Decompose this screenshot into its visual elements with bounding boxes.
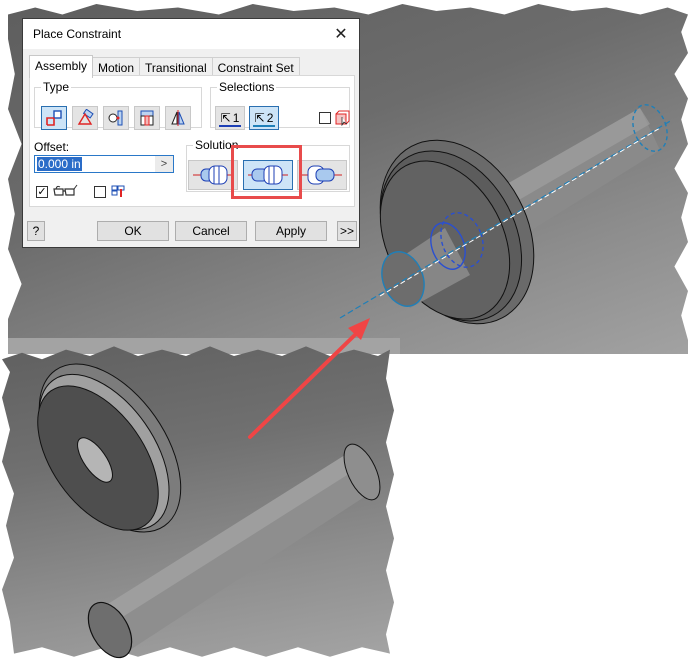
insert-locked-button[interactable] — [297, 160, 347, 190]
select-cursor-icon: ⇱ — [254, 111, 265, 125]
select-cursor-icon: ⇱ — [220, 111, 231, 125]
annotation-arrow — [248, 328, 362, 439]
selection-1-underline — [219, 125, 241, 127]
apply-button[interactable]: Apply — [255, 221, 327, 241]
dialog-title: Place Constraint — [33, 27, 122, 41]
offset-input[interactable]: 0.000 in > — [34, 155, 174, 173]
insert-aligned-button[interactable] — [243, 160, 293, 190]
glasses-preview-icon — [53, 184, 78, 196]
tangent-constraint-button[interactable] — [103, 106, 129, 130]
insert-opposed-icon — [193, 165, 233, 185]
place-constraint-dialog: Place Constraint ✕ Assembly Motion Trans… — [22, 18, 360, 248]
symmetry-constraint-icon — [171, 110, 185, 126]
solution-group-label: Solution — [195, 138, 239, 152]
selection-2-label: 2 — [266, 111, 274, 125]
type-group: Type — [34, 80, 202, 130]
tab-assembly[interactable]: Assembly — [29, 55, 94, 78]
predict-offset-icon — [111, 185, 125, 197]
selection-2-button[interactable]: ⇱ 2 — [249, 106, 279, 130]
help-icon: ? — [32, 224, 40, 238]
solution-group: Solution — [186, 138, 350, 192]
offset-menu-arrow[interactable]: > — [155, 156, 173, 172]
selection-1-label: 1 — [232, 111, 240, 125]
pick-part-first-checkbox[interactable] — [319, 112, 331, 124]
insert-aligned-icon — [248, 165, 288, 185]
selections-group-label: Selections — [219, 80, 275, 94]
mate-constraint-button[interactable] — [41, 106, 67, 130]
offset-label: Offset: — [34, 140, 70, 154]
angle-constraint-icon — [77, 109, 94, 125]
offset-value: 0.000 in — [37, 157, 82, 171]
insert-constraint-icon — [140, 110, 154, 126]
insert-opposed-button[interactable] — [188, 160, 238, 190]
angle-constraint-button[interactable] — [72, 106, 98, 130]
dialog-titlebar: Place Constraint ✕ — [23, 19, 359, 49]
type-group-label: Type — [43, 80, 70, 94]
insert-constraint-button[interactable] — [134, 106, 160, 130]
mate-constraint-icon — [46, 110, 62, 126]
symmetry-constraint-button[interactable] — [165, 106, 191, 130]
ok-button[interactable]: OK — [97, 221, 169, 241]
more-button[interactable]: >> — [337, 221, 357, 241]
assembly-tab-panel: Type Selections ⇱ 1 ⇱ 2 Offset: 0.000 in… — [29, 75, 355, 207]
predict-offset-checkbox[interactable] — [94, 186, 106, 198]
tangent-constraint-icon — [108, 110, 123, 126]
cancel-button[interactable]: Cancel — [175, 221, 247, 241]
insert-locked-icon — [302, 165, 342, 185]
selection-1-button[interactable]: ⇱ 1 — [215, 106, 245, 130]
show-preview-checkbox[interactable]: ✓ — [36, 186, 48, 198]
selections-group: Selections ⇱ 1 ⇱ 2 — [210, 80, 350, 130]
pick-part-first-icon — [335, 110, 350, 126]
selection-2-underline — [253, 125, 275, 127]
help-button[interactable]: ? — [27, 221, 45, 241]
close-icon[interactable]: ✕ — [331, 24, 351, 44]
